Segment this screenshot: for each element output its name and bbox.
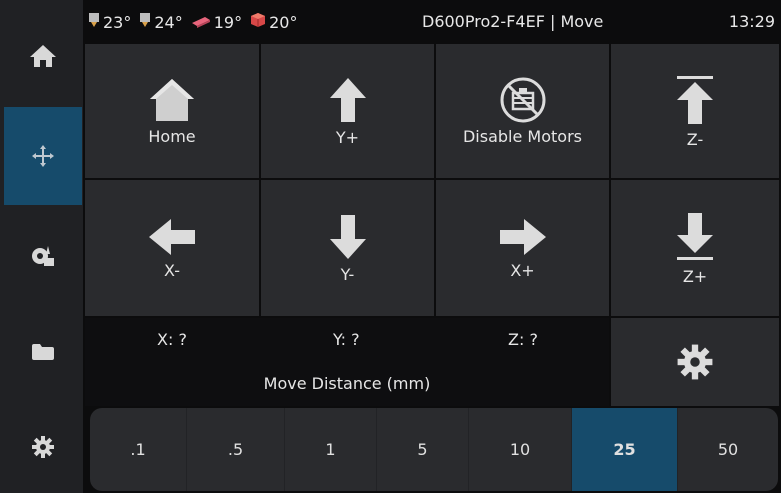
y-minus-button[interactable]: Y-: [261, 180, 434, 316]
x-position: X: ?: [157, 330, 187, 349]
y-plus-button[interactable]: Y+: [261, 44, 434, 178]
bed-temp[interactable]: 19°: [191, 13, 242, 32]
extrude-icon: [30, 242, 56, 268]
x-minus-button[interactable]: X-: [85, 180, 259, 316]
sidebar-item-extrude[interactable]: [4, 208, 82, 302]
distance-selector: .1 .5 1 5 10 25 50: [90, 408, 778, 491]
sidebar-item-move[interactable]: [4, 107, 82, 205]
distance-option-1[interactable]: 1: [285, 408, 377, 491]
x-plus-label: X+: [510, 260, 535, 280]
heated-bed-icon: [191, 13, 211, 32]
status-bar: 23° 24° 19° 20° D600Pro2-F4EF | Move 13:…: [83, 0, 781, 44]
temp-value: 24°: [154, 12, 183, 32]
temp-value: 23°: [103, 12, 132, 32]
y-minus-label: Y-: [340, 264, 355, 284]
sidebar: [0, 0, 83, 493]
chamber-icon: [250, 12, 266, 32]
y-plus-label: Y+: [335, 127, 360, 147]
distance-option-50[interactable]: 50: [678, 408, 778, 491]
z-minus-button[interactable]: Z-: [611, 44, 779, 178]
chamber-temp[interactable]: 20°: [250, 12, 297, 32]
sidebar-item-home[interactable]: [4, 8, 82, 104]
extruder-icon: [88, 12, 100, 32]
home-button[interactable]: Home: [85, 44, 259, 178]
arrow-up-icon: [328, 76, 368, 124]
y-position: Y: ?: [333, 330, 360, 349]
disable-motors-label: Disable Motors: [462, 126, 582, 146]
home-icon: [148, 77, 196, 123]
z-plus-label: Z+: [682, 266, 708, 286]
page-title: D600Pro2-F4EF | Move: [422, 12, 604, 31]
home-label: Home: [148, 126, 196, 146]
position-panel: X: ? Y: ? Z: ? Move Distance (mm): [85, 318, 609, 406]
extruder-temp-1[interactable]: 23°: [88, 12, 131, 32]
distance-option-25[interactable]: 25: [572, 408, 678, 491]
arrow-down-icon: [328, 213, 368, 261]
z-position: Z: ?: [508, 330, 538, 349]
extruder-icon: [139, 12, 151, 32]
gear-icon: [676, 343, 714, 381]
motor-off-icon: [500, 77, 546, 123]
clock: 13:29: [728, 12, 775, 31]
disable-motors-button[interactable]: Disable Motors: [436, 44, 609, 178]
distance-option-0.1[interactable]: .1: [90, 408, 187, 491]
sidebar-item-settings[interactable]: [4, 402, 82, 492]
move-icon: [31, 144, 55, 168]
temperature-list: 23° 24° 19° 20°: [88, 12, 297, 32]
distance-option-0.5[interactable]: .5: [187, 408, 285, 491]
home-icon: [29, 43, 57, 69]
arrow-left-icon: [147, 217, 197, 257]
temp-value: 20°: [269, 12, 298, 32]
z-plus-button[interactable]: Z+: [611, 180, 779, 316]
move-settings-button[interactable]: [611, 318, 779, 406]
distance-option-5[interactable]: 5: [377, 408, 469, 491]
arrow-right-icon: [498, 217, 548, 257]
z-up-icon: [675, 74, 715, 126]
temp-value: 19°: [213, 12, 243, 32]
x-plus-button[interactable]: X+: [436, 180, 609, 316]
z-down-icon: [675, 211, 715, 263]
distance-option-10[interactable]: 10: [469, 408, 572, 491]
extruder-temp-2[interactable]: 24°: [139, 12, 183, 32]
folder-icon: [31, 343, 55, 361]
x-minus-label: X-: [164, 260, 180, 280]
move-distance-label: Move Distance (mm): [263, 374, 431, 393]
sidebar-item-files[interactable]: [4, 305, 82, 399]
gear-icon: [31, 435, 55, 459]
z-minus-label: Z-: [686, 129, 704, 149]
